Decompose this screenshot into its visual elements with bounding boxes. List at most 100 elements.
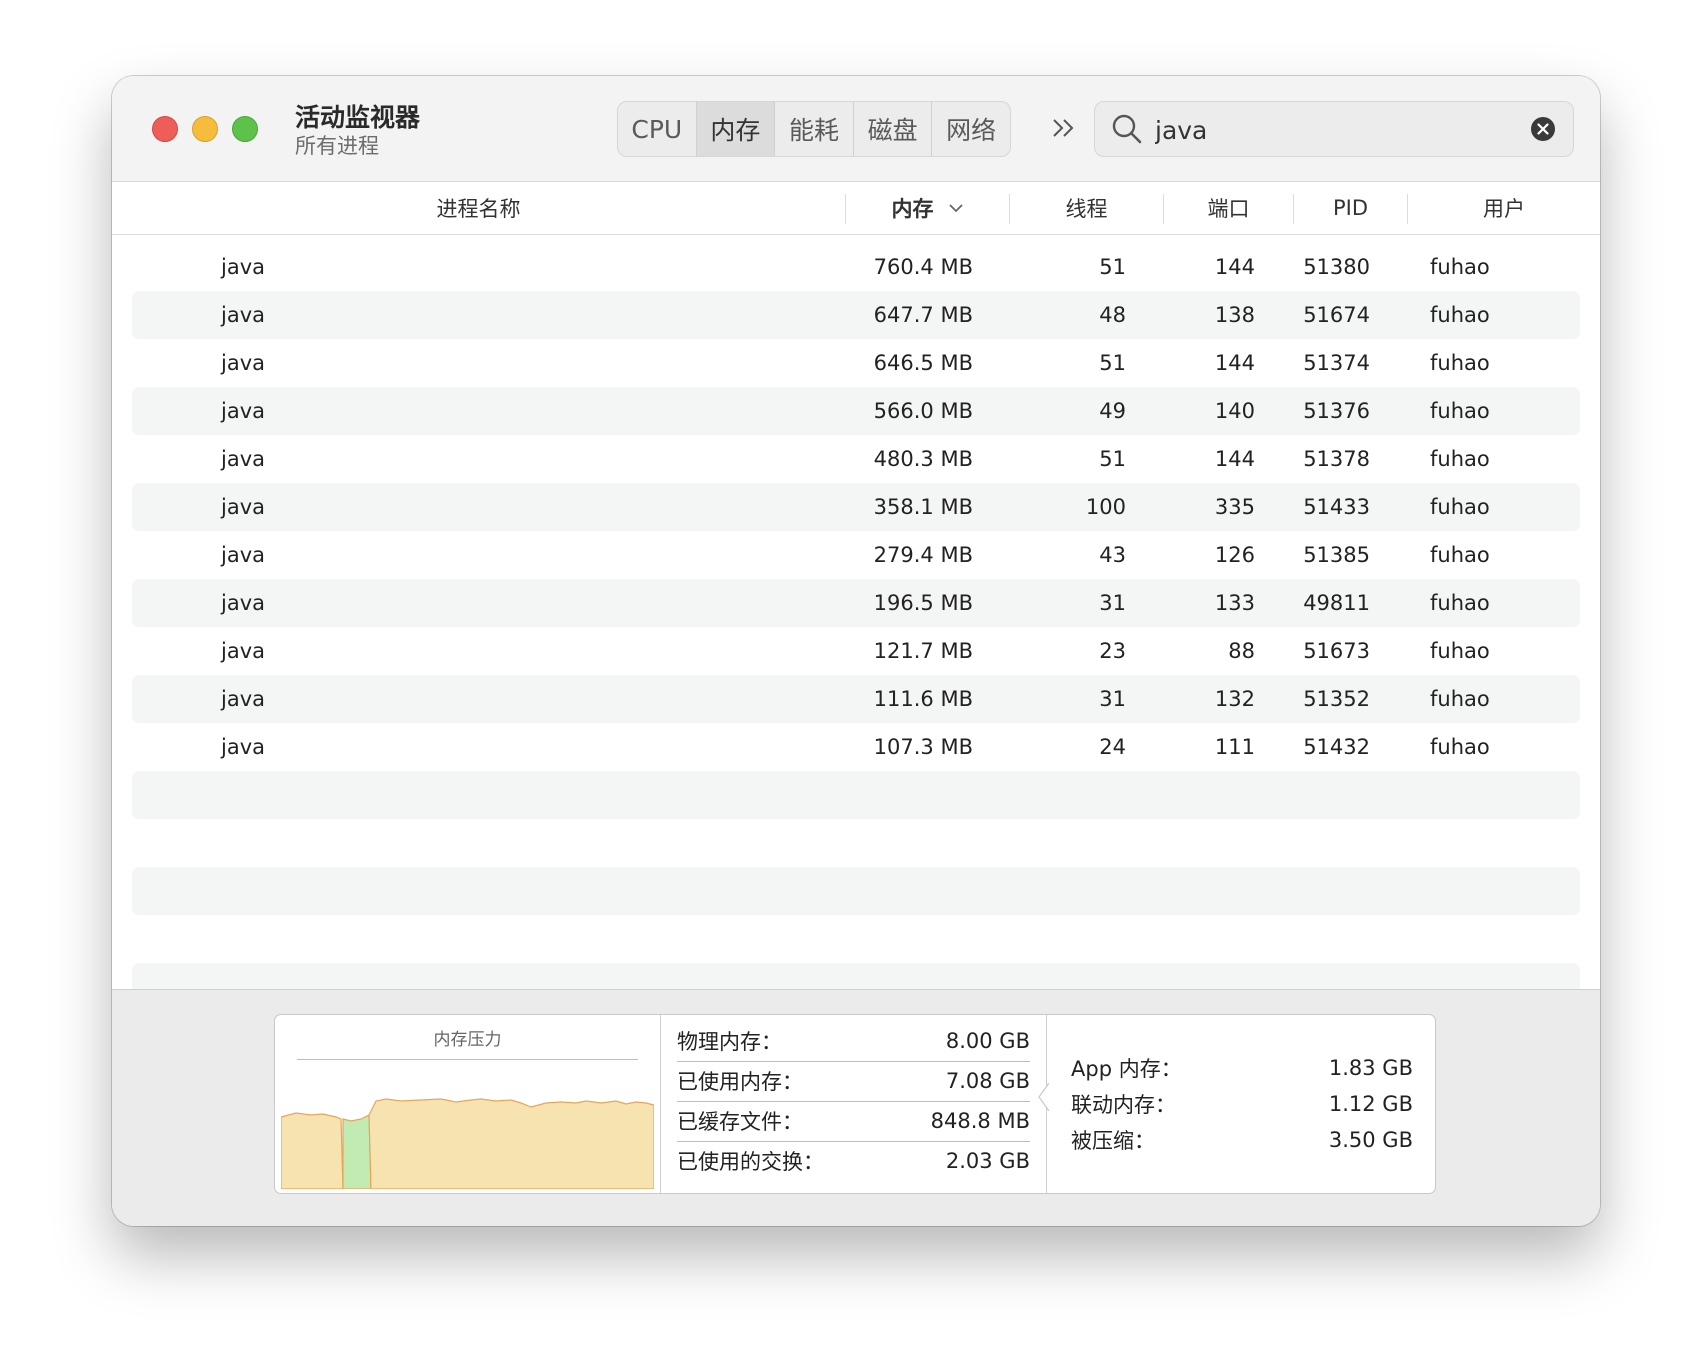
stat-value: 7.08 GB (945, 1069, 1030, 1093)
pid-value: 51352 (1303, 687, 1370, 711)
user-value: fuhao (1430, 303, 1490, 327)
table-row[interactable]: java 107.3 MB 24 111 51432 fuhao (132, 723, 1580, 771)
process-name: java (221, 495, 265, 519)
clear-search-icon[interactable] (1530, 116, 1556, 142)
tab-energy[interactable]: 能耗 (775, 102, 854, 156)
table-row[interactable]: java 121.7 MB 23 88 51673 fuhao (132, 627, 1580, 675)
process-name: java (221, 735, 265, 759)
memory-value: 760.4 MB (873, 255, 973, 279)
empty-row (132, 867, 1580, 915)
search-input[interactable] (1153, 110, 1517, 150)
process-name: java (221, 543, 265, 567)
memory-value: 107.3 MB (873, 735, 973, 759)
app-title: 活动监视器 (295, 103, 421, 132)
empty-row (132, 819, 1580, 867)
toolbar: 活动监视器 所有进程 CPU 内存 能耗 磁盘 网络 (112, 76, 1600, 182)
stat-label: 已使用内存： (677, 1070, 803, 1094)
chevron-down-icon (948, 204, 963, 213)
column-header: 进程名称 内存 线程 端口 PID 用户 (112, 182, 1600, 235)
memory-value: 196.5 MB (873, 591, 973, 615)
column-process-name[interactable]: 进程名称 (112, 182, 845, 234)
ports-value: 335 (1214, 495, 1255, 519)
process-name: java (221, 399, 265, 423)
zoom-window-button[interactable] (232, 116, 258, 142)
table-row[interactable]: java 111.6 MB 31 132 51352 fuhao (132, 675, 1580, 723)
process-name: java (221, 687, 265, 711)
close-window-button[interactable] (152, 116, 178, 142)
memory-value: 358.1 MB (873, 495, 973, 519)
pid-value: 51385 (1303, 543, 1370, 567)
app-subtitle[interactable]: 所有进程 (295, 130, 379, 160)
process-name: java (221, 351, 265, 375)
pid-value: 51433 (1303, 495, 1370, 519)
user-value: fuhao (1430, 255, 1490, 279)
stat-value: 1.12 GB (1328, 1092, 1413, 1116)
user-value: fuhao (1430, 687, 1490, 711)
threads-value: 43 (1099, 543, 1126, 567)
memory-pressure-graph (281, 1098, 654, 1189)
more-toolbar-button[interactable] (1044, 106, 1084, 150)
table-row[interactable]: java 566.0 MB 49 140 51376 fuhao (132, 387, 1580, 435)
stat-label: 已缓存文件： (677, 1110, 803, 1134)
memory-value: 566.0 MB (873, 399, 973, 423)
process-name: java (221, 639, 265, 663)
stat-value: 2.03 GB (945, 1149, 1030, 1173)
table-row[interactable]: java 196.5 MB 31 133 49811 fuhao (132, 579, 1580, 627)
ports-value: 144 (1214, 447, 1255, 471)
pid-value: 51674 (1303, 303, 1370, 327)
memory-value: 480.3 MB (873, 447, 973, 471)
threads-value: 51 (1099, 351, 1126, 375)
threads-value: 100 (1085, 495, 1126, 519)
tab-disk[interactable]: 磁盘 (854, 102, 933, 156)
memory-summary-footer: 内存压力 物理内存： 8.00 GB 已使用内存： 7.08 GB 已缓存文件：… (112, 989, 1600, 1226)
cached-files-row: 已缓存文件： 848.8 MB (677, 1101, 1030, 1142)
user-value: fuhao (1430, 351, 1490, 375)
pid-value: 51378 (1303, 447, 1370, 471)
table-row[interactable]: java 279.4 MB 43 126 51385 fuhao (132, 531, 1580, 579)
stat-value: 848.8 MB (930, 1109, 1030, 1133)
column-pid-label: PID (1332, 196, 1369, 220)
column-user[interactable]: 用户 (1408, 182, 1600, 234)
column-pid[interactable]: PID (1294, 182, 1407, 234)
pid-value: 51374 (1303, 351, 1370, 375)
memory-value: 121.7 MB (873, 639, 973, 663)
user-value: fuhao (1430, 639, 1490, 663)
stat-label: 物理内存： (677, 1030, 782, 1054)
tab-cpu[interactable]: CPU (618, 102, 697, 156)
ports-value: 132 (1214, 687, 1255, 711)
threads-value: 31 (1099, 687, 1126, 711)
chevron-double-right-icon (1053, 119, 1074, 137)
table-row[interactable]: java 646.5 MB 51 144 51374 fuhao (132, 339, 1580, 387)
table-row[interactable]: java 647.7 MB 48 138 51674 fuhao (132, 291, 1580, 339)
stat-value: 3.50 GB (1328, 1128, 1413, 1152)
user-value: fuhao (1430, 399, 1490, 423)
tab-memory[interactable]: 内存 (696, 102, 776, 156)
user-value: fuhao (1430, 447, 1490, 471)
physical-memory-row: 物理内存： 8.00 GB (677, 1021, 1030, 1062)
table-row[interactable]: java 358.1 MB 100 335 51433 fuhao (132, 483, 1580, 531)
ports-value: 126 (1214, 543, 1255, 567)
memory-value: 647.7 MB (873, 303, 973, 327)
minimize-window-button[interactable] (192, 116, 218, 142)
column-process-name-label: 进程名称 (436, 197, 521, 221)
column-memory[interactable]: 内存 (846, 182, 1009, 234)
table-row[interactable]: java 760.4 MB 51 144 51380 fuhao (132, 243, 1580, 291)
empty-row (132, 771, 1580, 819)
table-row[interactable]: java 480.3 MB 51 144 51378 fuhao (132, 435, 1580, 483)
tab-network[interactable]: 网络 (932, 102, 1010, 156)
memory-breakdown-stats: App 内存： 1.83 GB 联动内存： 1.12 GB 被压缩： 3.50 … (1047, 1015, 1435, 1193)
process-name: java (221, 303, 265, 327)
ports-value: 88 (1228, 639, 1255, 663)
memory-stats-panel: 内存压力 物理内存： 8.00 GB 已使用内存： 7.08 GB 已缓存文件：… (274, 1014, 1436, 1194)
column-threads[interactable]: 线程 (1010, 182, 1163, 234)
memory-usage-stats: 物理内存： 8.00 GB 已使用内存： 7.08 GB 已缓存文件： 848.… (661, 1015, 1047, 1193)
pid-value: 51673 (1303, 639, 1370, 663)
stat-label: 联动内存： (1071, 1093, 1176, 1117)
memory-pressure-title: 内存压力 (433, 1030, 502, 1050)
stat-label: App 内存： (1071, 1057, 1182, 1081)
process-list: java 760.4 MB 51 144 51380 fuhao java 64… (132, 243, 1580, 1011)
column-ports[interactable]: 端口 (1164, 182, 1293, 234)
memory-value: 646.5 MB (873, 351, 973, 375)
process-name: java (221, 591, 265, 615)
process-name: java (221, 447, 265, 471)
